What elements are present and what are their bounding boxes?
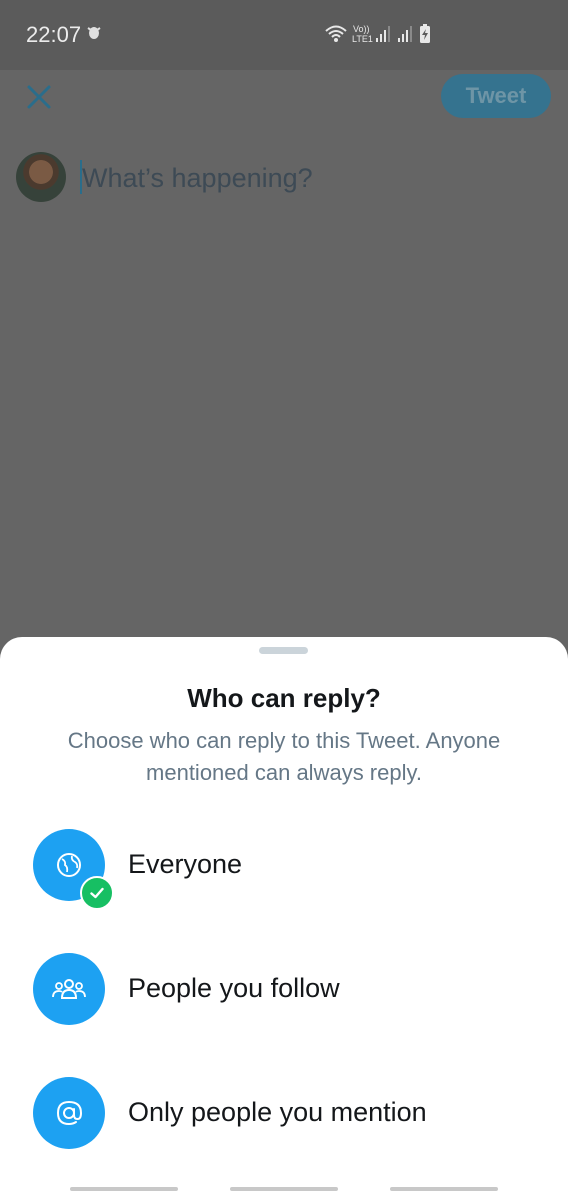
network-label-bottom: LTE1 xyxy=(352,34,373,44)
battery-charging-icon xyxy=(420,24,430,43)
avatar[interactable] xyxy=(16,152,66,202)
signal-icon xyxy=(398,26,412,42)
tweet-button[interactable]: Tweet xyxy=(441,74,551,118)
at-sign-icon xyxy=(33,1077,105,1149)
reply-settings-sheet: Who can reply? Choose who can reply to t… xyxy=(0,637,568,1180)
sheet-drag-handle[interactable] xyxy=(259,647,308,654)
reply-option-only-people-you-mention[interactable]: Only people you mention xyxy=(0,1077,568,1177)
reply-option-label: Everyone xyxy=(128,849,243,879)
reply-option-people-you-follow[interactable]: People you follow xyxy=(0,953,568,1053)
signal-icon xyxy=(376,26,390,42)
nav-back-button[interactable] xyxy=(390,1187,498,1191)
status-indicators: Vo)) LTE1 xyxy=(325,24,430,44)
status-bar: 22:07 Vo)) LTE1 xyxy=(0,0,568,70)
network-label-top: Vo)) xyxy=(353,24,370,34)
reply-option-everyone[interactable]: Everyone xyxy=(0,829,568,929)
system-nav-bar xyxy=(0,1180,568,1200)
tweet-compose-input[interactable]: What’s happening? xyxy=(82,160,502,196)
people-icon xyxy=(33,953,105,1025)
wifi-icon xyxy=(325,25,347,42)
sheet-subtitle: Choose who can reply to this Tweet. Anyo… xyxy=(67,728,501,785)
selected-check-icon xyxy=(80,876,114,910)
status-time: 22:07 xyxy=(26,22,82,47)
nav-home-button[interactable] xyxy=(230,1187,338,1191)
nav-recents-button[interactable] xyxy=(70,1187,178,1191)
bug-icon xyxy=(87,27,101,39)
close-icon[interactable] xyxy=(22,80,56,114)
reply-option-label: Only people you mention xyxy=(128,1097,427,1127)
sheet-title: Who can reply? xyxy=(187,683,381,713)
reply-option-label: People you follow xyxy=(128,973,340,1003)
